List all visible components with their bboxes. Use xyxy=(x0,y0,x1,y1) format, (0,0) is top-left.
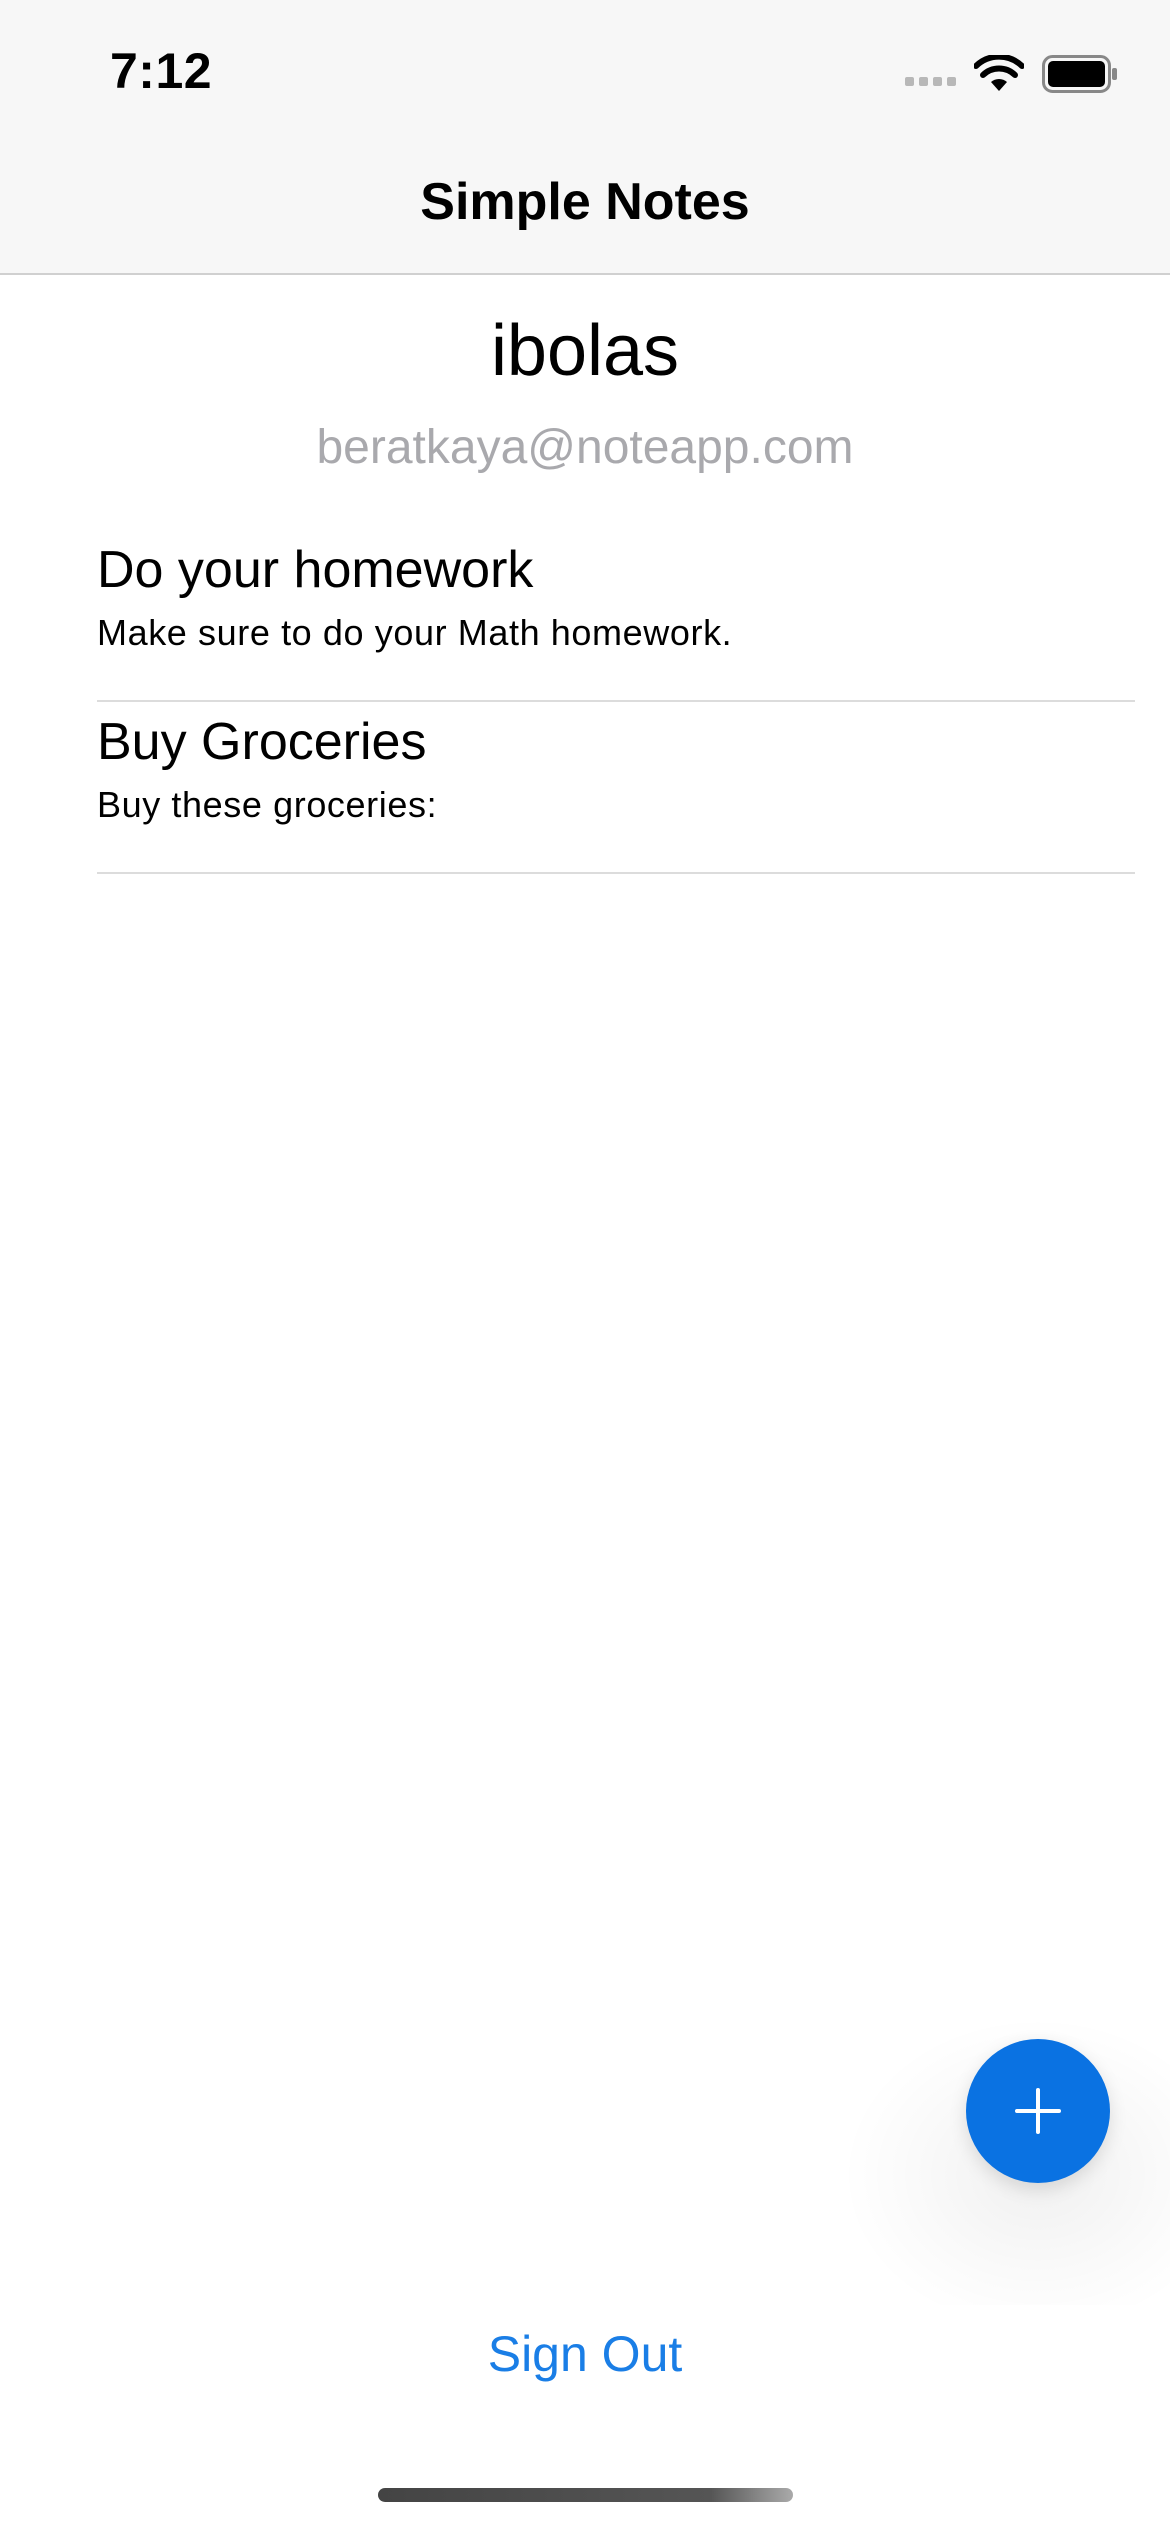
note-item[interactable]: Do your homework Make sure to do your Ma… xyxy=(97,530,1135,702)
note-body: Make sure to do your Math homework. xyxy=(97,612,733,653)
home-indicator xyxy=(378,2488,793,2502)
plus-icon xyxy=(1015,2088,1061,2134)
status-bar: 7:12 xyxy=(0,0,1170,140)
battery-icon xyxy=(1042,55,1117,93)
profile-email: beratkaya@noteapp.com xyxy=(316,421,854,474)
sign-out-button[interactable]: Sign Out xyxy=(0,2325,1170,2383)
note-title: Buy Groceries xyxy=(97,713,427,771)
wifi-icon xyxy=(974,55,1024,91)
status-time: 7:12 xyxy=(110,43,213,99)
profile-username: ibolas xyxy=(490,311,680,391)
status-icons xyxy=(905,52,1118,96)
note-item[interactable]: Buy Groceries Buy these groceries: xyxy=(97,702,1135,874)
navigation-bar: Simple Notes xyxy=(0,140,1170,275)
cellular-signal-icon xyxy=(905,76,956,86)
notes-list: Do your homework Make sure to do your Ma… xyxy=(97,530,1135,874)
page-title: Simple Notes xyxy=(420,173,750,231)
note-body: Buy these groceries: xyxy=(97,784,438,825)
add-note-button[interactable] xyxy=(966,2039,1110,2183)
note-title: Do your homework xyxy=(97,541,534,599)
